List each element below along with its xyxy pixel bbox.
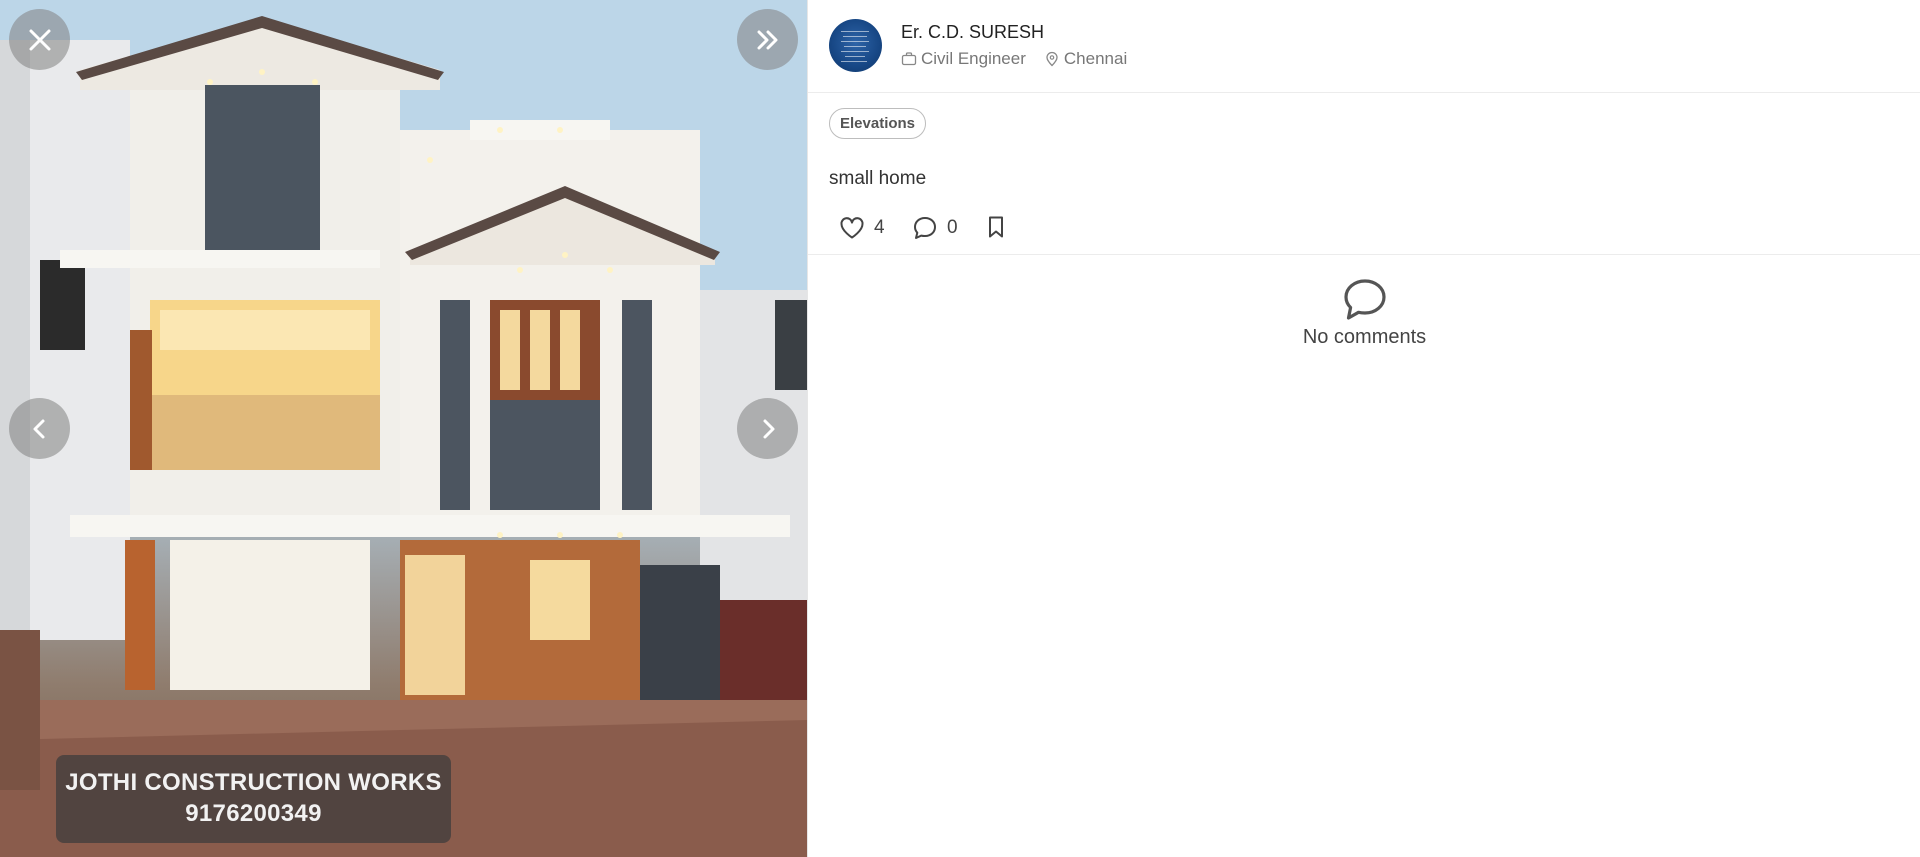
post-details-panel: Er. C.D. SURESH Civil Engineer Chennai E…: [807, 0, 1920, 857]
post-photo: [0, 0, 807, 857]
briefcase-icon: [901, 52, 917, 66]
empty-comments: No comments: [808, 278, 1920, 349]
speech-bubble-icon: [1343, 279, 1386, 320]
post-actions: 4 0: [808, 210, 1920, 255]
image-watermark: JOTHI CONSTRUCTION WORKS 9176200349: [56, 755, 451, 843]
author-header: Er. C.D. SURESH Civil Engineer Chennai: [808, 0, 1920, 93]
watermark-phone: 9176200349: [185, 800, 322, 827]
photo-viewer: JOTHI CONSTRUCTION WORKS 9176200349: [0, 0, 807, 857]
like-count: 4: [874, 217, 885, 238]
comment-button[interactable]: 0: [911, 214, 958, 242]
previous-image-button[interactable]: [9, 398, 70, 459]
bookmark-icon: [989, 216, 1003, 238]
author-meta: Civil Engineer Chennai: [901, 49, 1127, 69]
close-viewer-button[interactable]: [9, 9, 70, 70]
watermark-company: JOTHI CONSTRUCTION WORKS: [65, 769, 442, 796]
post-caption: small home: [829, 168, 927, 189]
author-location-text: Chennai: [1063, 49, 1128, 68]
close-icon: [29, 29, 50, 50]
author-name[interactable]: Er. C.D. SURESH: [901, 22, 1044, 43]
chevron-left-icon: [33, 419, 44, 438]
like-button[interactable]: 4: [838, 214, 885, 242]
comment-icon: [914, 217, 936, 239]
map-pin-icon: [1046, 51, 1058, 67]
chevron-right-icon: [763, 419, 774, 438]
bookmark-button[interactable]: [983, 214, 1009, 240]
no-comments-text: No comments: [1302, 326, 1427, 348]
open-details-button[interactable]: [737, 9, 798, 70]
heart-icon: [840, 217, 864, 239]
author-location: Chennai: [1044, 49, 1127, 69]
author-role: Civil Engineer: [921, 49, 1026, 68]
double-chevron-right-icon: [757, 30, 777, 49]
comment-count: 0: [947, 217, 958, 238]
next-image-button[interactable]: [737, 398, 798, 459]
avatar[interactable]: [829, 19, 882, 72]
tag-elevations[interactable]: Elevations: [829, 108, 927, 139]
